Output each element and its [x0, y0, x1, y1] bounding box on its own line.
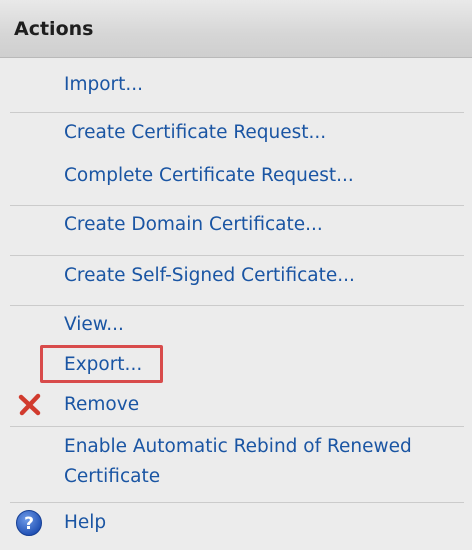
actions-pane: Actions Import... Create Certificate Req… — [0, 0, 472, 550]
separator — [10, 305, 464, 306]
enable-automatic-rebind-action[interactable]: Enable Automatic Rebind of Renewed Certi… — [64, 432, 464, 492]
export-highlight-box — [40, 345, 163, 383]
separator — [10, 112, 464, 113]
actions-title: Actions — [14, 18, 94, 40]
help-question-icon: ? — [16, 510, 42, 536]
separator — [10, 255, 464, 256]
complete-certificate-request-action[interactable]: Complete Certificate Request... — [64, 163, 354, 189]
create-certificate-request-action[interactable]: Create Certificate Request... — [64, 120, 326, 146]
red-x-icon — [18, 393, 41, 416]
create-domain-certificate-action[interactable]: Create Domain Certificate... — [64, 212, 323, 238]
import-action[interactable]: Import... — [64, 72, 143, 98]
create-self-signed-certificate-action[interactable]: Create Self-Signed Certificate... — [64, 263, 355, 289]
svg-text:?: ? — [24, 514, 34, 534]
remove-action[interactable]: Remove — [64, 392, 139, 418]
separator — [10, 502, 464, 503]
separator — [10, 426, 464, 427]
separator — [10, 205, 464, 206]
view-action[interactable]: View... — [64, 312, 124, 338]
actions-header: Actions — [0, 0, 472, 58]
help-action[interactable]: Help — [64, 510, 106, 536]
